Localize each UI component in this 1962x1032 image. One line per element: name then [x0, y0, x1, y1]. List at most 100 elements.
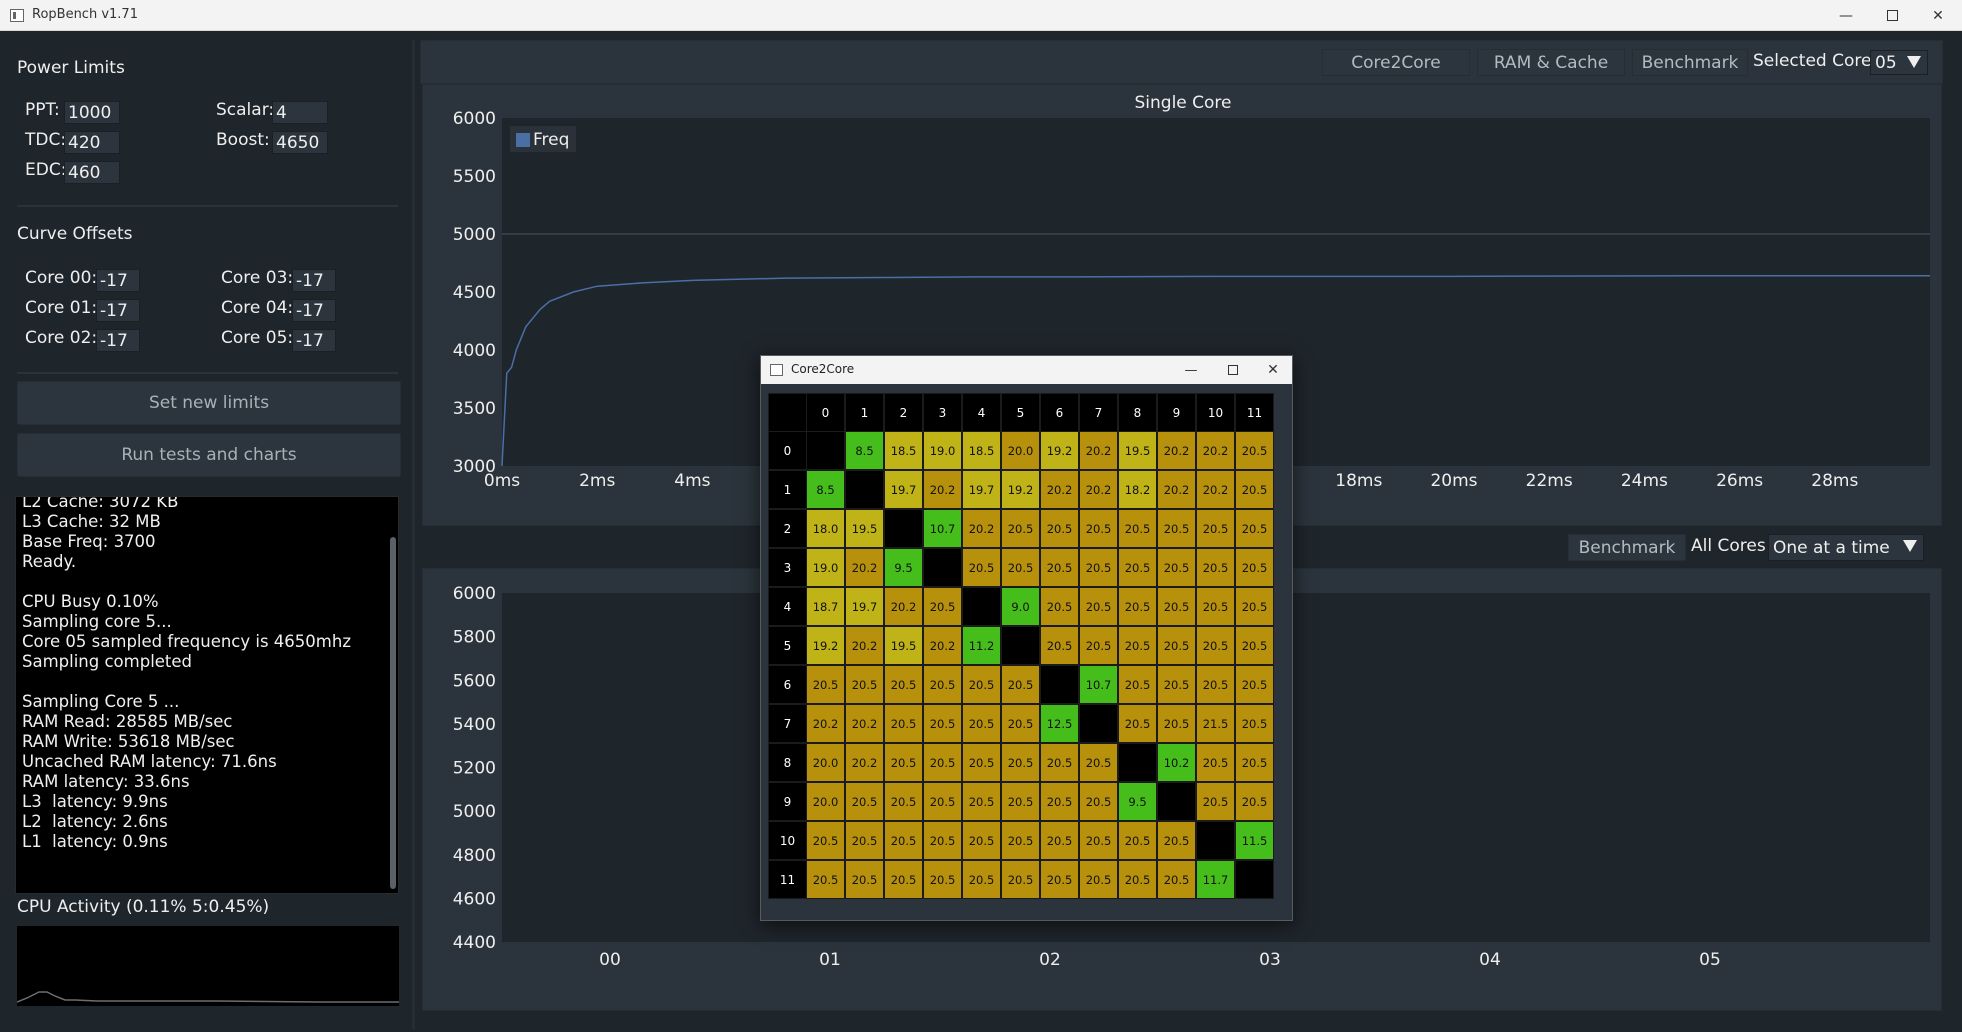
latency-cell [923, 548, 962, 587]
core-02-label: Core 02: [25, 328, 98, 348]
core-02-offset-input[interactable]: -17 [96, 329, 140, 352]
core-04-offset-input[interactable]: -17 [292, 299, 336, 322]
latency-cell: 20.2 [806, 704, 845, 743]
latency-cell: 9.5 [884, 548, 923, 587]
chevron-down-icon [1907, 56, 1921, 68]
y-tick-label: 4500 [453, 283, 496, 303]
core-05-offset-input[interactable]: -17 [292, 329, 336, 352]
row-header: 6 [768, 665, 807, 704]
maximize-button[interactable] [1869, 0, 1915, 31]
core-01-offset-input[interactable]: -17 [96, 299, 140, 322]
latency-cell: 20.0 [1001, 431, 1040, 470]
benchmark-button[interactable]: Benchmark [1632, 49, 1748, 76]
y-tick-label: 3500 [453, 399, 496, 419]
minimize-icon: — [1839, 7, 1853, 24]
latency-cell: 20.0 [806, 782, 845, 821]
set-new-limits-button[interactable]: Set new limits [17, 381, 401, 425]
mode-dropdown[interactable]: One at a time [1768, 534, 1924, 561]
latency-cell: 20.2 [1196, 470, 1235, 509]
latency-cell: 20.2 [923, 470, 962, 509]
log-line: L3 Cache: 32 MB [22, 512, 161, 531]
latency-cell: 18.2 [1118, 470, 1157, 509]
latency-cell: 20.5 [1040, 782, 1079, 821]
x-tick-label: 03 [1259, 950, 1281, 970]
cpu-activity-sparkline [16, 991, 399, 1003]
latency-cell: 19.7 [845, 587, 884, 626]
minimize-button[interactable]: — [1823, 0, 1869, 31]
window-icon [770, 364, 783, 376]
column-header: 3 [923, 393, 962, 432]
ppt-input[interactable]: 1000 [64, 101, 120, 124]
latency-cell: 19.5 [1118, 431, 1157, 470]
app-icon [10, 9, 24, 22]
cpu-activity-graph [16, 926, 399, 1006]
latency-cell: 18.5 [962, 431, 1001, 470]
divider [17, 205, 398, 207]
benchmark-all-button[interactable]: Benchmark [1568, 534, 1686, 561]
latency-cell: 20.5 [1235, 548, 1274, 587]
latency-cell: 20.2 [1157, 470, 1196, 509]
latency-cell: 20.5 [1001, 821, 1040, 860]
selected-core-dropdown[interactable]: 05 [1870, 50, 1928, 75]
latency-cell: 10.2 [1157, 743, 1196, 782]
latency-cell: 20.5 [1040, 626, 1079, 665]
latency-cell: 20.5 [1196, 509, 1235, 548]
latency-cell: 20.5 [884, 665, 923, 704]
latency-cell: 20.5 [1235, 782, 1274, 821]
maximize-button[interactable] [1221, 358, 1245, 382]
tdc-input[interactable]: 420 [64, 131, 120, 154]
x-tick-label: 24ms [1621, 471, 1668, 491]
latency-cell: 20.5 [923, 782, 962, 821]
latency-cell: 20.5 [884, 821, 923, 860]
latency-cell: 19.5 [884, 626, 923, 665]
x-tick-label: 04 [1479, 950, 1501, 970]
latency-cell: 20.5 [1157, 509, 1196, 548]
latency-cell: 8.5 [806, 470, 845, 509]
log-scrollbar[interactable] [390, 537, 396, 889]
latency-cell: 20.5 [1079, 860, 1118, 899]
scalar-input[interactable]: 4 [272, 101, 328, 124]
core2core-title-bar: Core2Core — ✕ [761, 356, 1292, 384]
latency-cell: 20.5 [806, 665, 845, 704]
latency-cell [1079, 704, 1118, 743]
boost-input[interactable]: 4650 [272, 131, 328, 154]
x-tick-label: 05 [1699, 950, 1721, 970]
latency-cell: 12.5 [1040, 704, 1079, 743]
log-output[interactable]: L2 Cache: 3072 KB L3 Cache: 32 MB Base F… [15, 496, 399, 894]
latency-cell: 20.5 [806, 860, 845, 899]
latency-cell: 20.2 [1079, 431, 1118, 470]
latency-cell: 20.5 [1079, 743, 1118, 782]
latency-cell: 20.5 [884, 782, 923, 821]
close-button[interactable]: ✕ [1261, 358, 1285, 382]
latency-cell [1196, 821, 1235, 860]
edc-label: EDC: [25, 160, 67, 180]
x-tick-label: 4ms [674, 471, 710, 491]
run-tests-button[interactable]: Run tests and charts [17, 433, 401, 477]
minimize-button[interactable]: — [1179, 358, 1203, 382]
latency-cell: 20.5 [1040, 548, 1079, 587]
latency-cell: 20.5 [923, 665, 962, 704]
latency-cell: 19.5 [845, 509, 884, 548]
ram-cache-button[interactable]: RAM & Cache [1477, 49, 1625, 76]
latency-cell: 20.2 [845, 704, 884, 743]
latency-cell: 20.2 [845, 626, 884, 665]
core-03-offset-input[interactable]: -17 [292, 269, 336, 292]
latency-cell: 19.2 [1040, 431, 1079, 470]
latency-cell: 18.7 [806, 587, 845, 626]
log-line: Sampling completed [22, 652, 193, 671]
title-bar: RopBench v1.71 — ✕ [0, 0, 1962, 31]
latency-cell: 20.5 [845, 782, 884, 821]
latency-cell: 11.2 [962, 626, 1001, 665]
latency-cell: 20.5 [1001, 782, 1040, 821]
close-button[interactable]: ✕ [1915, 0, 1961, 31]
edc-input[interactable]: 460 [64, 161, 120, 184]
core-00-offset-input[interactable]: -17 [96, 269, 140, 292]
core-04-label: Core 04: [221, 298, 294, 318]
latency-cell: 20.5 [1118, 704, 1157, 743]
latency-cell: 20.5 [1235, 509, 1274, 548]
y-tick-label: 5500 [453, 167, 496, 187]
chevron-down-icon [1903, 540, 1917, 552]
core2core-button[interactable]: Core2Core [1322, 49, 1470, 76]
